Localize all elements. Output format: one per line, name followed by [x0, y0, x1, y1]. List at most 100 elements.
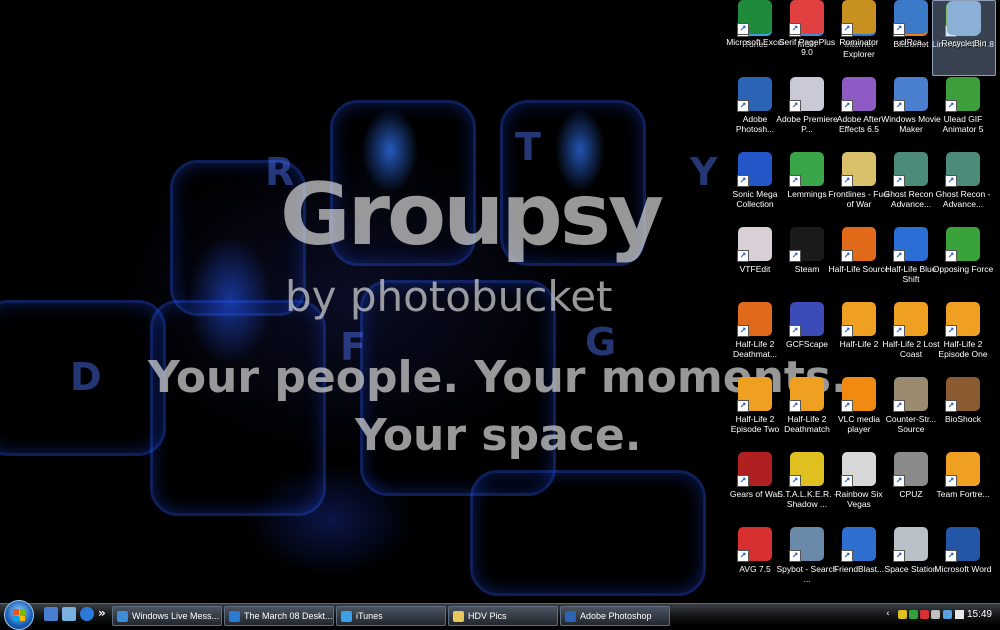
shortcut-arrow-icon: ↗ — [893, 400, 905, 412]
shortcut-arrow-icon: ↗ — [841, 550, 853, 562]
vtfedit-icon: ↗ — [737, 227, 772, 262]
shortcut-arrow-icon: ↗ — [789, 175, 801, 187]
after-effects-icon: ↗ — [841, 77, 876, 112]
desktop-icon-label: Ghost Recon - Advance... — [935, 189, 991, 209]
rominator-icon: ↗ — [841, 0, 876, 35]
counter-strike-icon: ↗ — [893, 377, 928, 412]
shortcut-arrow-icon: ↗ — [737, 325, 749, 337]
opposing-force-icon: ↗ — [945, 227, 980, 262]
network-icon[interactable] — [943, 610, 952, 619]
episode-two-icon: ↗ — [737, 377, 772, 412]
desktop-icon-label: Ulead GIF Animator 5 — [942, 114, 984, 134]
shortcut-arrow-icon: ↗ — [841, 100, 853, 112]
taskbar-button[interactable]: HDV Pics — [448, 606, 558, 626]
desktop-icon-label: Recycle Bin — [941, 38, 987, 48]
steam-icon: ↗ — [789, 227, 824, 262]
system-tray: ‹ 15:49 — [876, 606, 1000, 624]
desktop-icon-label: Team Fortre... — [936, 489, 990, 499]
folder-icon — [453, 611, 464, 623]
shortcut-arrow-icon: ↗ — [841, 250, 853, 262]
internet-explorer-icon[interactable] — [80, 607, 94, 621]
quick-launch-more-button[interactable]: » — [98, 606, 106, 620]
spybot-icon: ↗ — [789, 527, 824, 562]
desktop-icon-word[interactable]: ↗ Microsoft Word — [932, 527, 994, 601]
team-fortress-icon: ↗ — [945, 452, 980, 487]
desktop-icon-label: Opposing Force — [932, 264, 994, 274]
word-icon: ↗ — [945, 527, 980, 562]
switch-windows-icon[interactable] — [62, 607, 76, 621]
shortcut-arrow-icon: ↗ — [945, 325, 957, 337]
taskbar-button-label: iTunes — [356, 611, 383, 621]
desktop-icon-episode-one[interactable]: ↗ Half-Life 2 Episode One — [932, 302, 994, 376]
space-station-icon: ↗ — [893, 527, 928, 562]
desktop-icon-ulead-gif[interactable]: ↗ Ulead GIF Animator 5 — [932, 77, 994, 151]
shortcut-arrow-icon: ↗ — [737, 250, 749, 262]
taskbar-clock[interactable]: 15:49 — [967, 606, 992, 624]
shortcut-arrow-icon: ↗ — [945, 250, 957, 262]
windows-logo-icon — [13, 609, 25, 621]
gears-of-war-icon: ↗ — [737, 452, 772, 487]
rainbow-six-icon: ↗ — [841, 452, 876, 487]
shortcut-arrow-icon: ↗ — [841, 325, 853, 337]
taskbar: » Windows Live Mess... The March 08 Deskt… — [0, 600, 1000, 630]
tray-app-icon[interactable] — [898, 610, 907, 619]
taskbar-button[interactable]: Adobe Photoshop — [560, 606, 670, 626]
shortcut-arrow-icon: ↗ — [841, 475, 853, 487]
hl2-deathmatch-2-icon: ↗ — [789, 377, 824, 412]
shortcut-arrow-icon: ↗ — [841, 175, 853, 187]
desktop-icon-label: BioShock — [945, 414, 981, 424]
desktop-icon-team-fortress[interactable]: ↗ Team Fortre... — [932, 452, 994, 526]
start-button[interactable] — [4, 600, 34, 630]
ghost-recon-2-icon: ↗ — [945, 152, 980, 187]
episode-one-icon: ↗ — [945, 302, 980, 337]
ghost-recon-icon: ↗ — [893, 152, 928, 187]
desktop-icon-recycle-bin[interactable]: Recycle Bin — [932, 0, 996, 76]
blue-shift-icon: ↗ — [893, 227, 928, 262]
shortcut-arrow-icon: ↗ — [737, 400, 749, 412]
half-life-source-icon: ↗ — [841, 227, 876, 262]
tray-expand-icon[interactable]: ‹ — [886, 609, 890, 619]
shortcut-arrow-icon: ↗ — [841, 23, 853, 35]
hl2-deathmatch-icon: ↗ — [737, 302, 772, 337]
shortcut-arrow-icon: ↗ — [789, 400, 801, 412]
pageplus-icon: ↗ — [789, 0, 824, 35]
shortcut-arrow-icon: ↗ — [789, 23, 801, 35]
taskbar-button-label: The March 08 Deskt... — [244, 611, 333, 621]
shortcut-arrow-icon: ↗ — [945, 475, 957, 487]
taskbar-button-label: Windows Live Mess... — [132, 611, 220, 621]
shortcut-arrow-icon: ↗ — [945, 175, 957, 187]
movie-maker-icon: ↗ — [893, 77, 928, 112]
excel-icon: ↗ — [737, 0, 772, 35]
itunes-icon — [341, 611, 352, 623]
volume-icon[interactable] — [955, 610, 964, 619]
friendblast-icon: ↗ — [841, 527, 876, 562]
show-desktop-icon[interactable] — [44, 607, 58, 621]
vlc-icon: ↗ — [841, 377, 876, 412]
shortcut-arrow-icon: ↗ — [789, 550, 801, 562]
shortcut-arrow-icon: ↗ — [945, 100, 957, 112]
photoshop-icon: ↗ — [737, 77, 772, 112]
shortcut-arrow-icon: ↗ — [893, 250, 905, 262]
frontlines-icon: ↗ — [841, 152, 876, 187]
desktop-icon-bioshock[interactable]: ↗ BioShock — [932, 377, 994, 451]
taskbar-button[interactable]: Windows Live Mess... — [112, 606, 222, 626]
stalker-icon: ↗ — [789, 452, 824, 487]
shortcut-arrow-icon: ↗ — [893, 175, 905, 187]
desktop-icon-opposing-force[interactable]: ↗ Opposing Force — [932, 227, 994, 301]
tray-app-icon[interactable] — [931, 610, 940, 619]
shortcut-arrow-icon: ↗ — [789, 100, 801, 112]
avg-tray-icon[interactable] — [920, 610, 929, 619]
cpuz-icon: ↗ — [893, 452, 928, 487]
tray-app-icon[interactable] — [909, 610, 918, 619]
shortcut-arrow-icon: ↗ — [893, 100, 905, 112]
desktop-icon-ghost-recon-2[interactable]: ↗ Ghost Recon - Advance... — [932, 152, 994, 226]
shortcut-arrow-icon: ↗ — [737, 23, 749, 35]
taskbar-button[interactable]: The March 08 Deskt... — [224, 606, 334, 626]
gcfscape-icon: ↗ — [789, 302, 824, 337]
taskbar-button[interactable]: iTunes — [336, 606, 446, 626]
shortcut-arrow-icon: ↗ — [945, 550, 957, 562]
recycle-bin-icon — [947, 1, 981, 35]
taskbar-button-label: Adobe Photoshop — [580, 611, 652, 621]
shortcut-arrow-icon: ↗ — [737, 475, 749, 487]
sonic-icon: ↗ — [737, 152, 772, 187]
